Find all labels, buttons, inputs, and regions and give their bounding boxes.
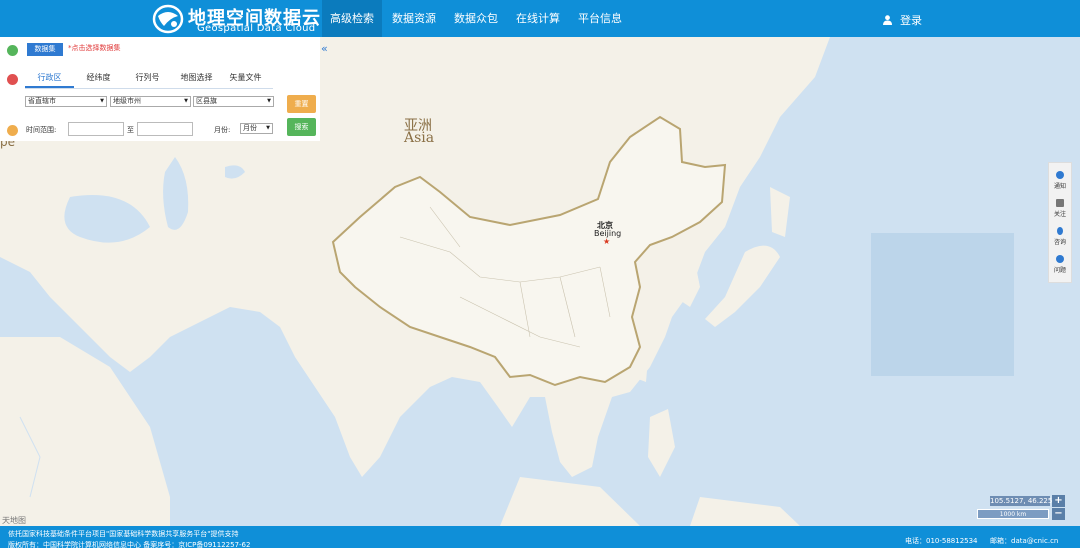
follow-button[interactable]: 关注 — [1049, 199, 1071, 218]
nav-online-computing[interactable]: 在线计算 — [508, 0, 568, 37]
county-select[interactable]: 区县旗 — [193, 96, 274, 107]
faq-button[interactable]: 问题 — [1049, 255, 1071, 274]
qrcode-icon — [1056, 199, 1064, 207]
tab-map-select[interactable]: 地图选择 — [172, 72, 221, 88]
consult-button[interactable]: 咨询 — [1049, 227, 1071, 246]
scale-bar: 1000 km — [977, 509, 1049, 519]
nav-crowdsourcing[interactable]: 数据众包 — [446, 0, 506, 37]
cursor-coordinates: 105.5127, 46.2255 — [990, 496, 1057, 506]
search-button[interactable]: 搜索 — [287, 118, 316, 136]
continent-label-en: Asia — [404, 130, 435, 146]
time-range-label: 时间范围: — [26, 126, 57, 134]
start-date-input[interactable] — [68, 122, 124, 136]
zoom-in-button[interactable]: + — [1052, 495, 1065, 507]
to-label: 至 — [127, 126, 134, 134]
user-icon — [883, 15, 892, 25]
zoom-out-button[interactable]: − — [1052, 508, 1065, 520]
speaker-icon — [1056, 171, 1064, 179]
top-header: 地理空间数据云 Geospatial Data Cloud 高级检索 数据资源 … — [0, 0, 1080, 37]
nav-data-resources[interactable]: 数据资源 — [384, 0, 444, 37]
page-footer: 依托国家科技基础条件平台项目"国家基础科学数据共享服务平台"提供支持 版权所有：… — [0, 526, 1080, 548]
logo-subtitle: Geospatial Data Cloud — [197, 23, 316, 34]
dataset-button[interactable]: 数据集 — [27, 43, 63, 56]
site-logo[interactable]: 地理空间数据云 Geospatial Data Cloud — [152, 3, 320, 35]
notice-button[interactable]: 通知 — [1049, 171, 1071, 190]
main-nav: 高级检索 数据资源 数据众包 在线计算 平台信息 — [322, 0, 632, 37]
globe-logo-icon — [152, 4, 184, 34]
capital-star-icon: ★ — [603, 237, 611, 246]
collapse-panel-icon[interactable]: « — [321, 42, 328, 55]
login-label: 登录 — [900, 14, 922, 27]
footer-copyright: 版权所有：中国科学院计算机网络信息中心 备案序号：京ICP备09112257-6… — [8, 541, 251, 548]
dataset-hint: *点击选择数据集 — [68, 44, 121, 52]
login-link[interactable]: 登录 — [883, 12, 922, 28]
month-select[interactable]: 月份 — [240, 123, 273, 134]
side-toolbar: 通知 关注 咨询 问题 — [1048, 162, 1072, 283]
map-watermark: 天地图 — [2, 516, 26, 525]
question-icon — [1056, 255, 1064, 263]
dataset-row-icon — [7, 45, 18, 56]
tab-lat-lon[interactable]: 经纬度 — [74, 72, 123, 88]
footer-support-text: 依托国家科技基础条件平台项目"国家基础科学数据共享服务平台"提供支持 — [8, 530, 239, 538]
region-tabs: 行政区 经纬度 行列号 地图选择 矢量文件 — [25, 72, 273, 89]
nav-platform-info[interactable]: 平台信息 — [570, 0, 630, 37]
search-panel: 数据集 *点击选择数据集 行政区 经纬度 行列号 地图选择 矢量文件 省直辖市 … — [0, 37, 320, 141]
nav-advanced-search[interactable]: 高级检索 — [322, 0, 382, 37]
month-label: 月份: — [214, 126, 231, 134]
tab-admin-region[interactable]: 行政区 — [25, 72, 74, 88]
footer-email[interactable]: 邮箱：data@cnic.cn — [990, 536, 1058, 546]
calendar-icon — [7, 125, 18, 136]
location-pin-icon — [7, 74, 18, 85]
tab-vector-file[interactable]: 矢量文件 — [221, 72, 270, 88]
city-select[interactable]: 地级市州 — [110, 96, 191, 107]
tab-path-row[interactable]: 行列号 — [123, 72, 172, 88]
footer-phone: 电话：010-58812534 — [905, 537, 978, 545]
province-select[interactable]: 省直辖市 — [25, 96, 107, 107]
end-date-input[interactable] — [137, 122, 193, 136]
reset-button[interactable]: 重置 — [287, 95, 316, 113]
phone-icon — [1057, 227, 1063, 235]
